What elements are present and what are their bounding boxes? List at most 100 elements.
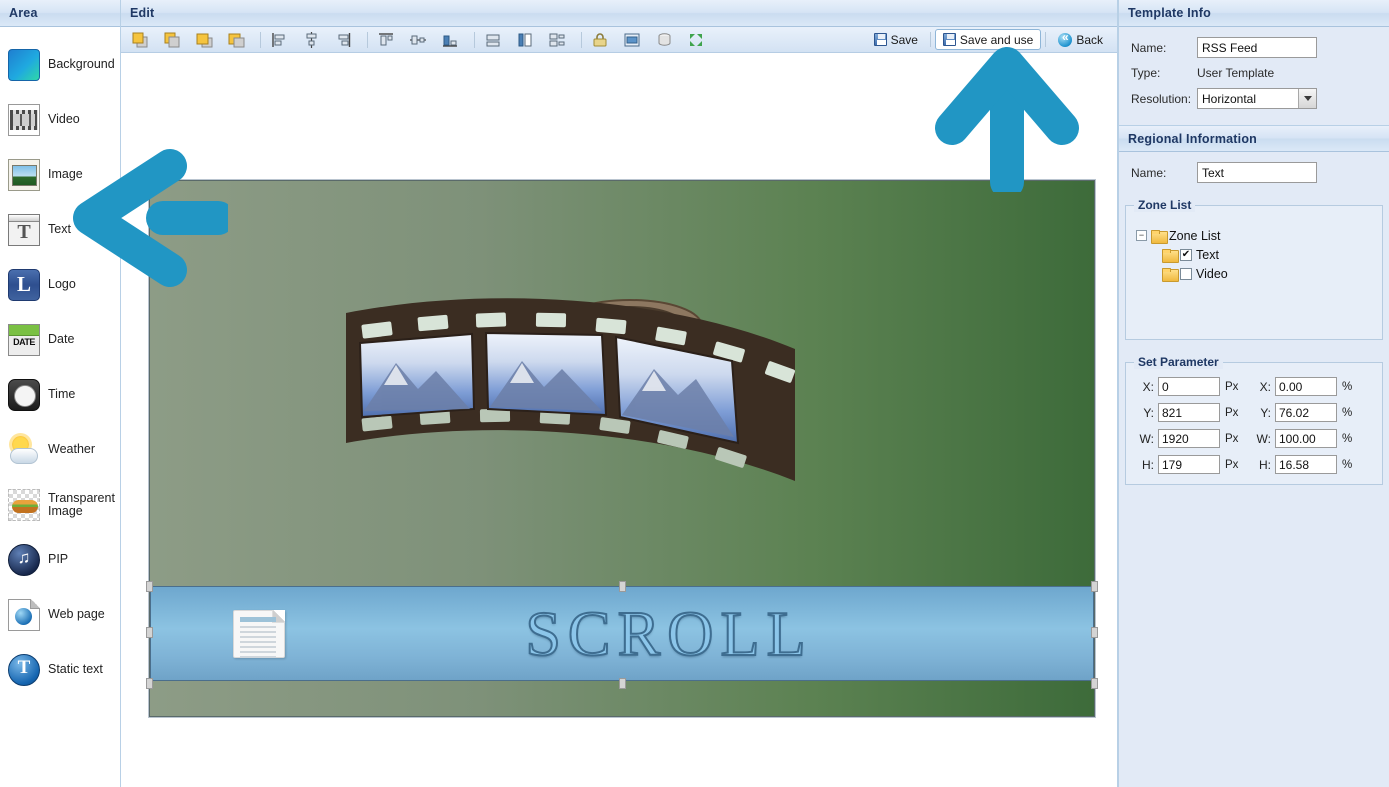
set-parameter-legend: Set Parameter bbox=[1134, 355, 1223, 369]
tree-node-root[interactable]: − Zone List bbox=[1136, 226, 1372, 245]
template-type-value: User Template bbox=[1197, 66, 1275, 80]
sidebar-item-label: Background bbox=[48, 57, 115, 71]
region-name-input[interactable] bbox=[1197, 162, 1317, 183]
sidebar-item-label: Static text bbox=[48, 662, 103, 676]
same-size-icon[interactable] bbox=[544, 29, 570, 51]
static-text-icon bbox=[8, 653, 40, 686]
param-y-label: Y: bbox=[1143, 405, 1154, 420]
zone-list-fieldset: Zone List − Zone List Text Video bbox=[1125, 198, 1383, 340]
align-bottom-icon[interactable] bbox=[437, 29, 463, 51]
sidebar-item-label: Weather bbox=[48, 442, 96, 456]
send-backward-icon[interactable] bbox=[223, 29, 249, 51]
align-middle-icon[interactable] bbox=[405, 29, 431, 51]
edit-panel-header: Edit bbox=[121, 0, 1117, 27]
template-canvas[interactable]: SCROLL bbox=[146, 180, 1098, 717]
sidebar-item-web-page[interactable]: Web page bbox=[0, 587, 120, 642]
sidebar-item-background[interactable]: Background bbox=[0, 37, 120, 92]
logo-icon bbox=[8, 268, 40, 301]
text-icon bbox=[8, 213, 40, 246]
edit-panel: Edit Save Save and use « Back SCROLL bbox=[121, 0, 1118, 787]
bring-forward-icon[interactable] bbox=[191, 29, 217, 51]
area-item-list: Background Video Image Text Logo Date bbox=[0, 27, 120, 697]
toolbar-separator bbox=[260, 31, 261, 48]
sidebar-item-label: Video bbox=[48, 112, 80, 126]
sidebar-item-logo[interactable]: Logo bbox=[0, 257, 120, 312]
resize-handle-bottom-center[interactable] bbox=[619, 678, 626, 689]
back-button[interactable]: Back bbox=[1050, 29, 1111, 50]
resize-handle-bottom-left[interactable] bbox=[146, 678, 153, 689]
param-y-pct-label: Y: bbox=[1260, 405, 1271, 420]
align-top-icon[interactable] bbox=[373, 29, 399, 51]
param-h-px-input[interactable] bbox=[1158, 455, 1220, 474]
sidebar-item-transparent-image[interactable]: Transparent Image bbox=[0, 477, 120, 532]
sidebar-item-image[interactable]: Image bbox=[0, 147, 120, 202]
tree-node-video[interactable]: Video bbox=[1136, 264, 1372, 283]
align-right-icon[interactable] bbox=[330, 29, 356, 51]
same-width-icon[interactable] bbox=[512, 29, 538, 51]
transparent-image-icon bbox=[8, 488, 40, 521]
template-resolution-row: Resolution: Horizontal bbox=[1125, 88, 1383, 109]
weather-icon bbox=[8, 434, 40, 466]
param-row-x: X: Px X: % bbox=[1134, 377, 1374, 396]
resize-handle-top-left[interactable] bbox=[146, 581, 153, 592]
param-h-pct-label: H: bbox=[1259, 457, 1271, 472]
web-page-icon bbox=[8, 598, 40, 631]
sidebar-item-video[interactable]: Video bbox=[0, 92, 120, 147]
param-w-pct-input[interactable] bbox=[1275, 429, 1337, 448]
resize-handle-top-center[interactable] bbox=[619, 581, 626, 592]
regional-information-body: Name: bbox=[1119, 152, 1389, 201]
param-h-pct-input[interactable] bbox=[1275, 455, 1337, 474]
resolution-select[interactable]: Horizontal bbox=[1197, 88, 1317, 109]
tree-node-text[interactable]: Text bbox=[1136, 245, 1372, 264]
resize-handle-middle-right[interactable] bbox=[1091, 627, 1098, 638]
fullscreen-icon[interactable] bbox=[683, 29, 709, 51]
param-x-pct-input[interactable] bbox=[1275, 377, 1337, 396]
save-button[interactable]: Save bbox=[866, 29, 926, 50]
scroll-zone-text: SCROLL bbox=[524, 597, 813, 670]
param-w-px-input[interactable] bbox=[1158, 429, 1220, 448]
param-x-pct-unit: % bbox=[1342, 380, 1353, 393]
save-and-use-button[interactable]: Save and use bbox=[934, 29, 1042, 50]
param-x-label: X: bbox=[1142, 379, 1154, 394]
zone-checkbox-video[interactable] bbox=[1180, 267, 1192, 280]
param-y-pct-input[interactable] bbox=[1275, 403, 1337, 422]
region-name-label: Name: bbox=[1131, 165, 1167, 180]
delete-icon[interactable] bbox=[651, 29, 677, 51]
align-left-icon[interactable] bbox=[266, 29, 292, 51]
resolution-select-value: Horizontal bbox=[1202, 91, 1257, 106]
collapse-icon[interactable]: − bbox=[1136, 230, 1147, 241]
scroll-zone-region[interactable]: SCROLL bbox=[150, 586, 1094, 681]
sidebar-item-pip[interactable]: PIP bbox=[0, 532, 120, 587]
align-center-icon[interactable] bbox=[298, 29, 324, 51]
chevron-down-icon[interactable] bbox=[1298, 89, 1316, 108]
folder-icon bbox=[1162, 267, 1179, 282]
sidebar-item-static-text[interactable]: Static text bbox=[0, 642, 120, 697]
edit-toolbar: Save Save and use Back bbox=[121, 27, 1117, 53]
distribute-horizontal-icon[interactable] bbox=[480, 29, 506, 51]
canvas-workspace[interactable]: SCROLL bbox=[121, 53, 1117, 787]
regional-information-header: Regional Information bbox=[1119, 125, 1389, 152]
sidebar-item-text[interactable]: Text bbox=[0, 202, 120, 257]
param-w-pct-label: W: bbox=[1256, 431, 1271, 446]
param-y-px-input[interactable] bbox=[1158, 403, 1220, 422]
resize-handle-middle-left[interactable] bbox=[146, 627, 153, 638]
tree-node-label: Zone List bbox=[1169, 228, 1221, 243]
sidebar-item-time[interactable]: Time bbox=[0, 367, 120, 422]
bring-to-front-icon[interactable] bbox=[127, 29, 153, 51]
area-panel: Area Background Video Image Text Logo bbox=[0, 0, 121, 787]
param-y-px-unit: Px bbox=[1225, 406, 1239, 419]
send-to-back-icon[interactable] bbox=[159, 29, 185, 51]
sidebar-item-date[interactable]: Date bbox=[0, 312, 120, 367]
toolbar-separator bbox=[474, 31, 475, 48]
param-w-label: W: bbox=[1139, 431, 1154, 446]
lock-icon[interactable] bbox=[587, 29, 613, 51]
sidebar-item-weather[interactable]: Weather bbox=[0, 422, 120, 477]
command-separator bbox=[929, 32, 931, 47]
param-x-px-input[interactable] bbox=[1158, 377, 1220, 396]
zone-checkbox-text[interactable] bbox=[1180, 248, 1192, 261]
fit-window-icon[interactable] bbox=[619, 29, 645, 51]
resize-handle-top-right[interactable] bbox=[1091, 581, 1098, 592]
sidebar-item-label: Web page bbox=[48, 607, 105, 621]
template-name-input[interactable] bbox=[1197, 37, 1317, 58]
resize-handle-bottom-right[interactable] bbox=[1091, 678, 1098, 689]
